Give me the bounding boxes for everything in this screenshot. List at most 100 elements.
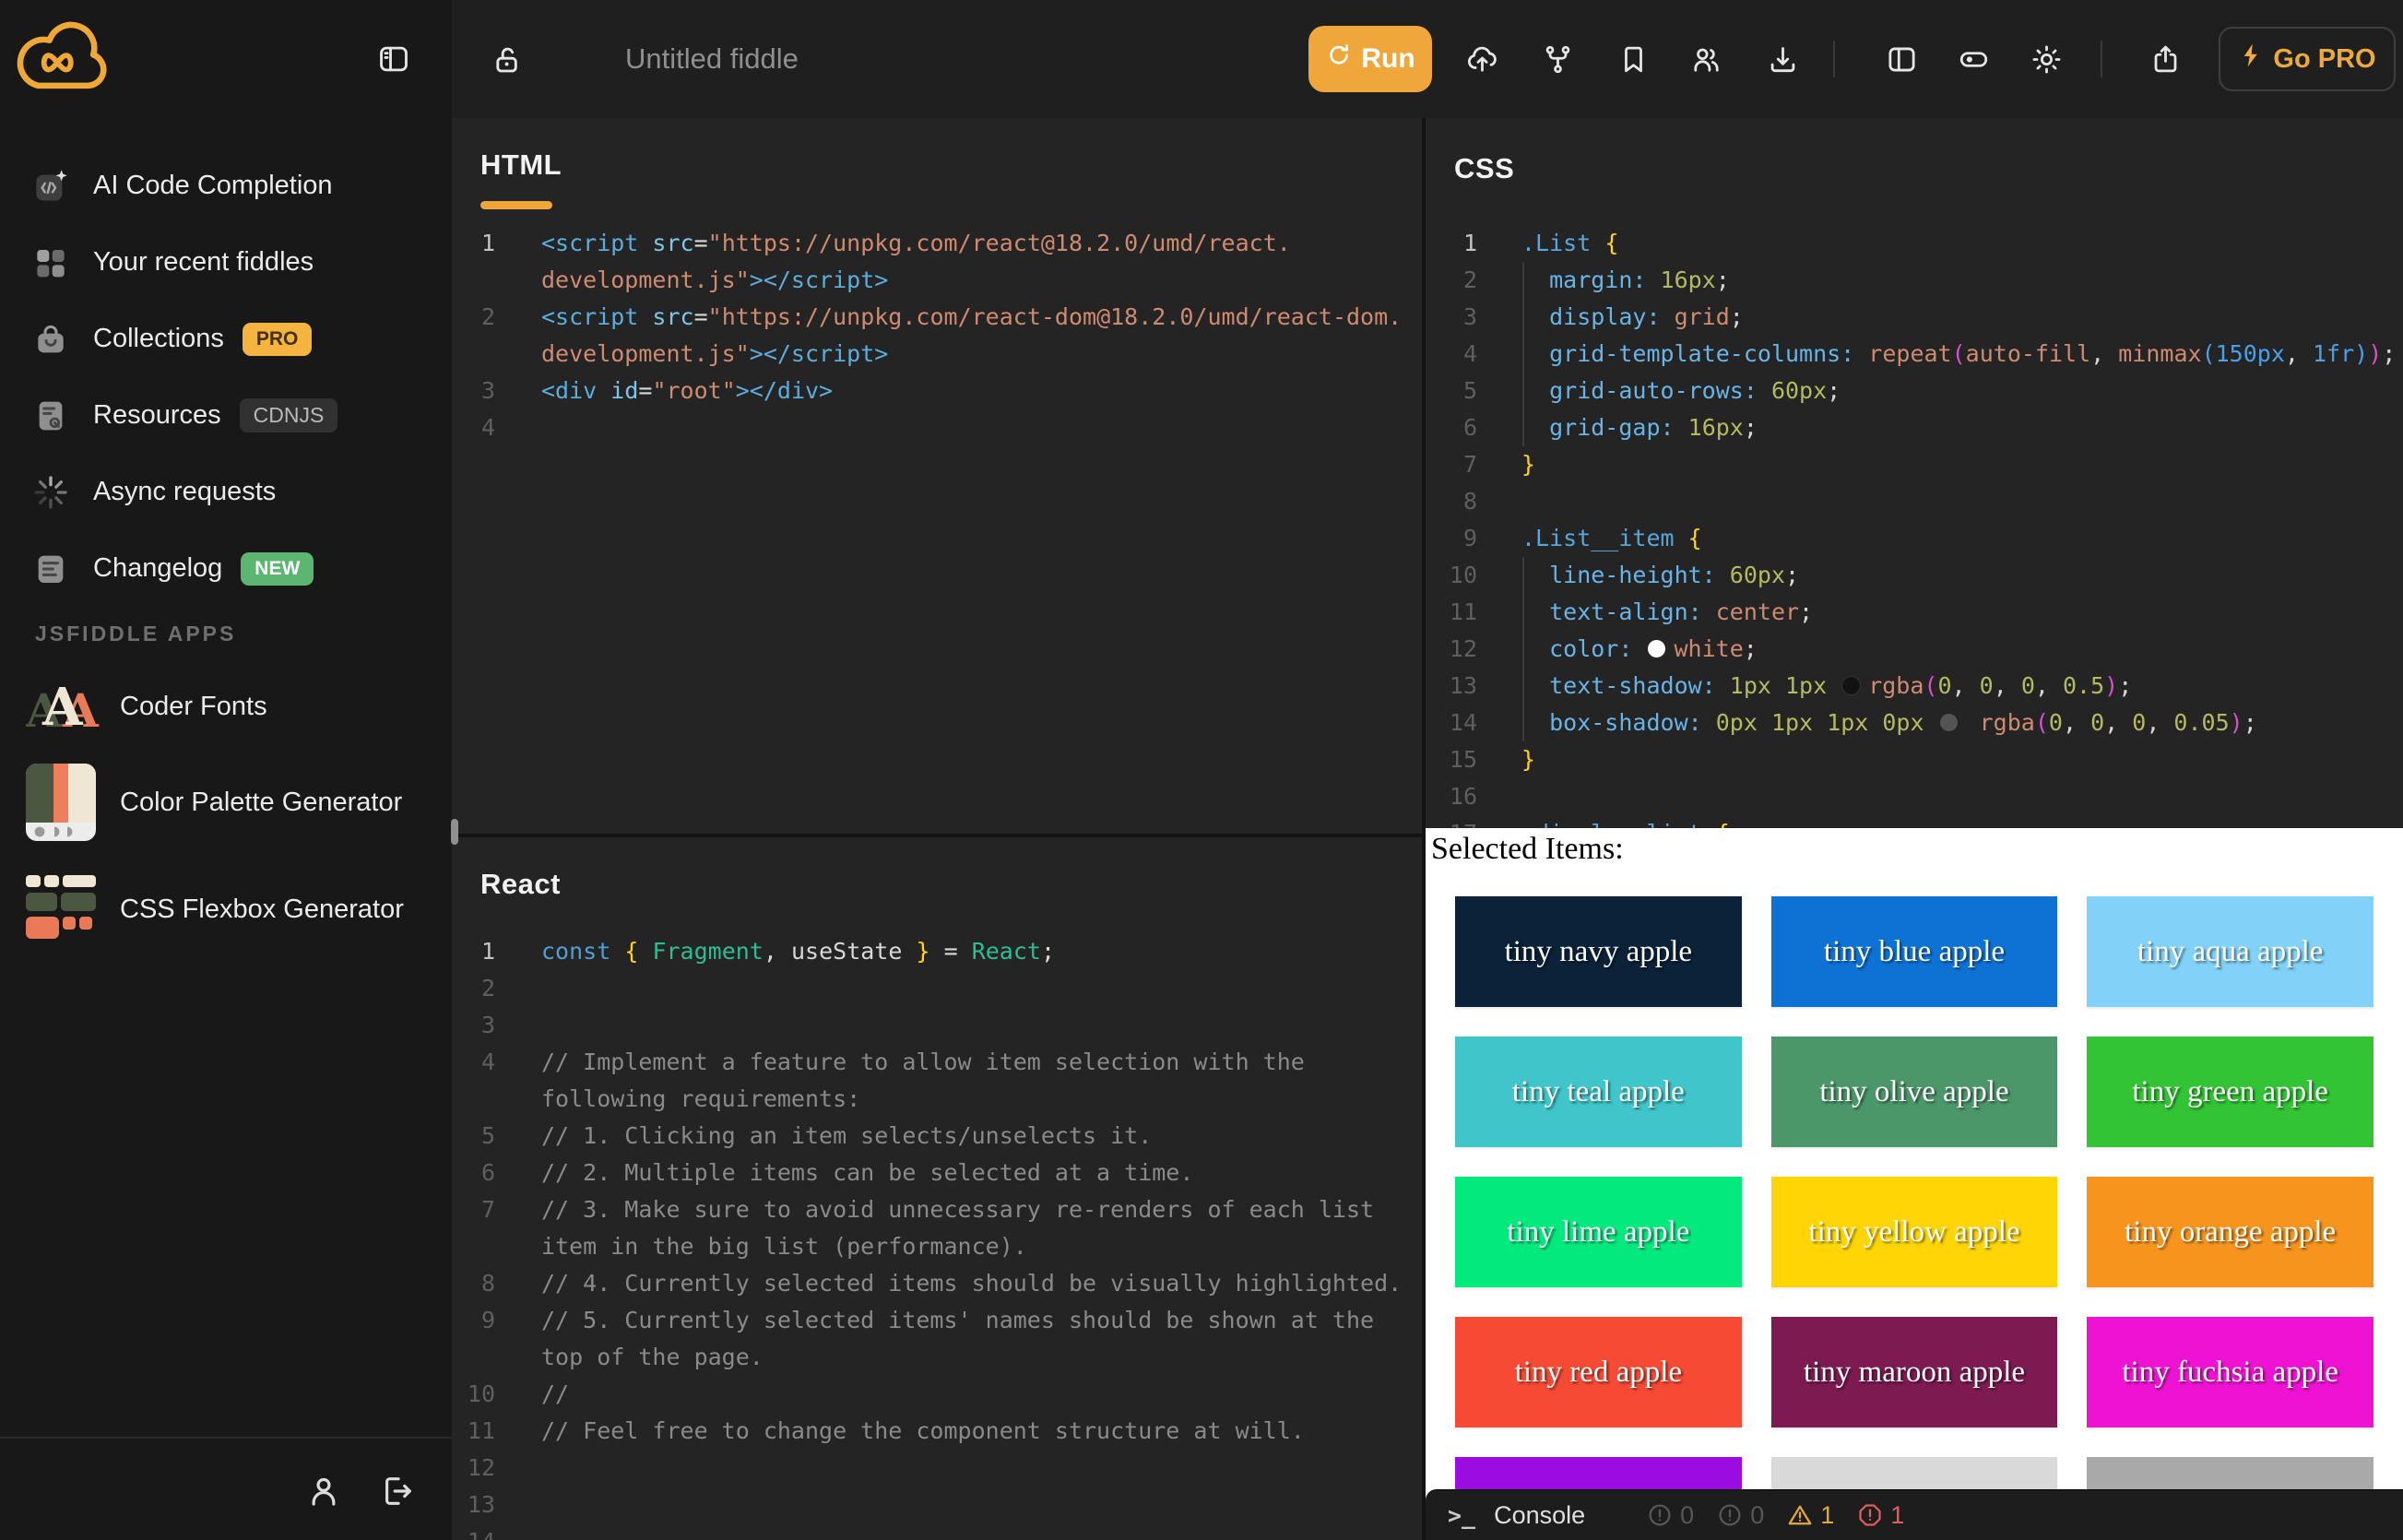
code-line[interactable]: 7} bbox=[1426, 446, 2403, 483]
go-pro-button[interactable]: Go PRO bbox=[2219, 27, 2396, 91]
warning-triangle-icon bbox=[1786, 1501, 1814, 1529]
result-tile[interactable]: tiny aqua apple bbox=[2087, 896, 2373, 1007]
sidebar-toggle-icon[interactable] bbox=[376, 41, 411, 77]
code-line[interactable]: 1const { Fragment, useState } = React; bbox=[452, 933, 1422, 970]
jsfiddle-logo-icon[interactable] bbox=[15, 20, 111, 96]
app-item-color-palette-generator[interactable]: Color Palette Generator bbox=[0, 751, 452, 854]
code-line[interactable]: 4 bbox=[452, 409, 1422, 446]
cloud-upload-icon[interactable] bbox=[1464, 41, 1499, 77]
code-line[interactable]: 3<div id="root"></div> bbox=[452, 373, 1422, 409]
code-line[interactable]: 1<script src="https://unpkg.com/react@18… bbox=[452, 225, 1422, 262]
download-icon[interactable] bbox=[1765, 41, 1800, 77]
code-line[interactable]: 4// Implement a feature to allow item se… bbox=[452, 1044, 1422, 1081]
unlock-icon[interactable] bbox=[490, 42, 525, 77]
counter-value: 1 bbox=[1820, 1501, 1834, 1530]
console-counter[interactable]: 0 bbox=[1646, 1501, 1694, 1530]
result-tile[interactable]: tiny yellow apple bbox=[1771, 1177, 2058, 1287]
code-line[interactable]: 17.display-list { bbox=[1426, 815, 2403, 828]
collaborate-users-icon[interactable] bbox=[1688, 41, 1723, 77]
result-tile[interactable]: tiny orange apple bbox=[2087, 1177, 2373, 1287]
code-line[interactable]: 9.List__item { bbox=[1426, 520, 2403, 557]
code-line[interactable]: 1.List { bbox=[1426, 225, 2403, 262]
sidebar: AI Code CompletionYour recent fiddlesCol… bbox=[0, 118, 452, 1540]
sidebar-item-resources[interactable]: ResourcesCDNJS bbox=[0, 377, 452, 454]
line-number: 8 bbox=[452, 1265, 495, 1302]
sidebar-item-your-recent-fiddles[interactable]: Your recent fiddles bbox=[0, 224, 452, 301]
code-line[interactable]: 15} bbox=[1426, 741, 2403, 778]
share-icon[interactable] bbox=[2148, 41, 2183, 77]
code-line[interactable]: 2 bbox=[452, 970, 1422, 1007]
code-line[interactable]: item in the big list (performance). bbox=[452, 1228, 1422, 1265]
console-counter[interactable]: 1 bbox=[1786, 1501, 1834, 1530]
sidebar-item-async-requests[interactable]: Async requests bbox=[0, 454, 452, 530]
result-tile[interactable]: tiny navy apple bbox=[1455, 896, 1742, 1007]
run-button[interactable]: Run bbox=[1308, 26, 1432, 92]
code-line[interactable]: 16 bbox=[1426, 778, 2403, 815]
result-tile[interactable]: tiny lime apple bbox=[1455, 1177, 1742, 1287]
code-line[interactable]: 2<script src="https://unpkg.com/react-do… bbox=[452, 299, 1422, 336]
code-line[interactable]: 3 bbox=[452, 1007, 1422, 1044]
bookmark-icon[interactable] bbox=[1616, 41, 1651, 77]
code-line[interactable]: 8// 4. Currently selected items should b… bbox=[452, 1265, 1422, 1302]
result-tile[interactable]: tiny blue apple bbox=[1771, 896, 2058, 1007]
code-line[interactable]: 14 box-shadow: 0px 1px 1px 0px rgba(0, 0… bbox=[1426, 705, 2403, 741]
git-fork-icon[interactable] bbox=[1540, 41, 1575, 77]
toolbar-separator bbox=[1833, 41, 1835, 77]
code-line[interactable]: 12 bbox=[452, 1450, 1422, 1487]
code-line[interactable]: development.js"></script> bbox=[452, 336, 1422, 373]
toggle-switch-icon[interactable] bbox=[1956, 41, 1991, 77]
code-line[interactable]: development.js"></script> bbox=[452, 262, 1422, 299]
code-line[interactable]: following requirements: bbox=[452, 1081, 1422, 1118]
code-line[interactable]: 7// 3. Make sure to avoid unnecessary re… bbox=[452, 1191, 1422, 1228]
code-line[interactable]: 5 grid-auto-rows: 60px; bbox=[1426, 373, 2403, 409]
code-line[interactable]: 2 margin: 16px; bbox=[1426, 262, 2403, 299]
fiddle-title[interactable]: Untitled fiddle bbox=[625, 0, 799, 118]
react-editor[interactable]: 1const { Fragment, useState } = React;23… bbox=[452, 933, 1422, 1540]
code-line[interactable]: 13 text-shadow: 1px 1px rgba(0, 0, 0, 0.… bbox=[1426, 668, 2403, 705]
result-tile[interactable]: tiny maroon apple bbox=[1771, 1317, 2058, 1427]
app-item-coder-fonts[interactable]: AAACoder Fonts bbox=[0, 662, 452, 751]
light-theme-sun-icon[interactable] bbox=[2029, 41, 2064, 77]
result-tile[interactable]: tiny fuchsia apple bbox=[2087, 1317, 2373, 1427]
console-counter[interactable]: 0 bbox=[1716, 1501, 1764, 1530]
html-editor[interactable]: 1<script src="https://unpkg.com/react@18… bbox=[452, 225, 1422, 834]
code-line[interactable]: 10 line-height: 60px; bbox=[1426, 557, 2403, 594]
code-line[interactable]: 6// 2. Multiple items can be selected at… bbox=[452, 1155, 1422, 1191]
result-tile[interactable]: tiny teal apple bbox=[1455, 1037, 1742, 1147]
console-counter[interactable]: 1 bbox=[1856, 1501, 1904, 1530]
app-item-css-flexbox-generator[interactable]: CSS Flexbox Generator bbox=[0, 854, 452, 965]
code-line[interactable]: 6 grid-gap: 16px; bbox=[1426, 409, 2403, 446]
code-line[interactable]: 11 text-align: center; bbox=[1426, 594, 2403, 631]
line-number: 5 bbox=[1426, 373, 1477, 409]
code-line[interactable]: 10// bbox=[452, 1376, 1422, 1413]
line-number: 2 bbox=[1426, 262, 1477, 299]
sidebar-item-collections[interactable]: CollectionsPRO bbox=[0, 301, 452, 377]
code-line[interactable]: 5// 1. Clicking an item selects/unselect… bbox=[452, 1118, 1422, 1155]
result-tile[interactable]: tiny green apple bbox=[2087, 1037, 2373, 1147]
line-number: 17 bbox=[1426, 815, 1477, 828]
code-line[interactable]: 9// 5. Currently selected items' names s… bbox=[452, 1302, 1422, 1339]
sidebar-item-ai-code-completion[interactable]: AI Code Completion bbox=[0, 148, 452, 224]
layout-panels-icon[interactable] bbox=[1884, 41, 1919, 77]
code-line[interactable]: 13 bbox=[452, 1487, 1422, 1523]
result-tile[interactable]: tiny red apple bbox=[1455, 1317, 1742, 1427]
code-line[interactable]: 4 grid-template-columns: repeat(auto-fil… bbox=[1426, 336, 2403, 373]
account-person-icon[interactable] bbox=[304, 1472, 343, 1510]
code-line[interactable]: 11// Feel free to change the component s… bbox=[452, 1413, 1422, 1450]
sidebar-footer-divider bbox=[0, 1437, 452, 1439]
row-divider[interactable] bbox=[452, 834, 1422, 837]
code-line[interactable]: top of the page. bbox=[452, 1339, 1422, 1376]
code-line[interactable]: 12 color: white; bbox=[1426, 631, 2403, 668]
splitter-grip[interactable] bbox=[451, 819, 458, 845]
counter-value: 0 bbox=[1750, 1501, 1764, 1530]
code-line[interactable]: 14 bbox=[452, 1523, 1422, 1540]
console-bar[interactable]: >_ Console 0011 bbox=[1426, 1489, 2403, 1540]
sidebar-item-changelog[interactable]: ChangelogNEW bbox=[0, 530, 452, 607]
code-line[interactable]: 3 display: grid; bbox=[1426, 299, 2403, 336]
console-label: Console bbox=[1494, 1501, 1585, 1530]
line-number: 14 bbox=[1426, 705, 1477, 741]
code-line[interactable]: 8 bbox=[1426, 483, 2403, 520]
result-tile[interactable]: tiny olive apple bbox=[1771, 1037, 2058, 1147]
logout-icon[interactable] bbox=[378, 1472, 417, 1510]
css-editor[interactable]: 1.List {2 margin: 16px;3 display: grid;4… bbox=[1426, 225, 2403, 828]
